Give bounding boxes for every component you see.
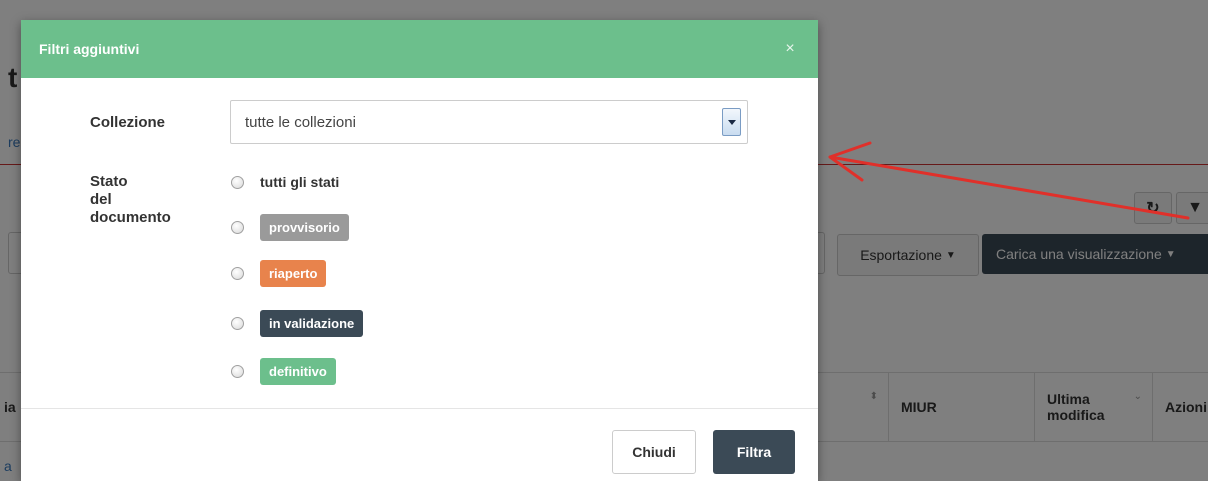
- modal-body: Collezione tutte le collezioni Stato del…: [21, 78, 818, 408]
- collection-select[interactable]: tutte le collezioni: [230, 100, 748, 144]
- radio-button[interactable]: [231, 317, 244, 330]
- state-label-line: del: [90, 191, 112, 208]
- state-option-reopened[interactable]: riaperto: [231, 260, 327, 287]
- status-badge: riaperto: [260, 260, 327, 287]
- apply-filter-button[interactable]: Filtra: [713, 430, 795, 474]
- modal-title: Filtri aggiuntivi: [39, 41, 140, 57]
- collection-label: Collezione: [90, 114, 166, 131]
- state-option-label: tutti gli stati: [260, 174, 340, 190]
- filters-modal: Filtri aggiuntivi × Collezione tutte le …: [21, 20, 818, 481]
- radio-button[interactable]: [231, 267, 244, 280]
- chevron-down-icon[interactable]: [722, 108, 741, 136]
- status-badge: definitivo: [260, 358, 336, 385]
- radio-button[interactable]: [231, 175, 244, 189]
- modal-header: Filtri aggiuntivi ×: [21, 20, 818, 78]
- close-icon[interactable]: ×: [782, 40, 798, 58]
- radio-button[interactable]: [231, 221, 244, 234]
- radio-button[interactable]: [231, 365, 244, 378]
- status-badge: in validazione: [260, 310, 364, 337]
- state-label: Stato del documento: [90, 173, 171, 227]
- state-option-final[interactable]: definitivo: [231, 358, 336, 385]
- state-option-validating[interactable]: in validazione: [231, 310, 364, 337]
- state-label-line: Stato: [90, 173, 128, 190]
- status-badge: provvisorio: [260, 214, 349, 241]
- modal-footer: Chiudi Filtra: [21, 408, 818, 481]
- state-option-all[interactable]: tutti gli stati: [231, 174, 339, 190]
- collection-select-value: tutte le collezioni: [245, 113, 356, 131]
- state-option-provisional[interactable]: provvisorio: [231, 214, 349, 241]
- state-label-line: documento: [90, 209, 171, 226]
- close-button[interactable]: Chiudi: [612, 430, 696, 474]
